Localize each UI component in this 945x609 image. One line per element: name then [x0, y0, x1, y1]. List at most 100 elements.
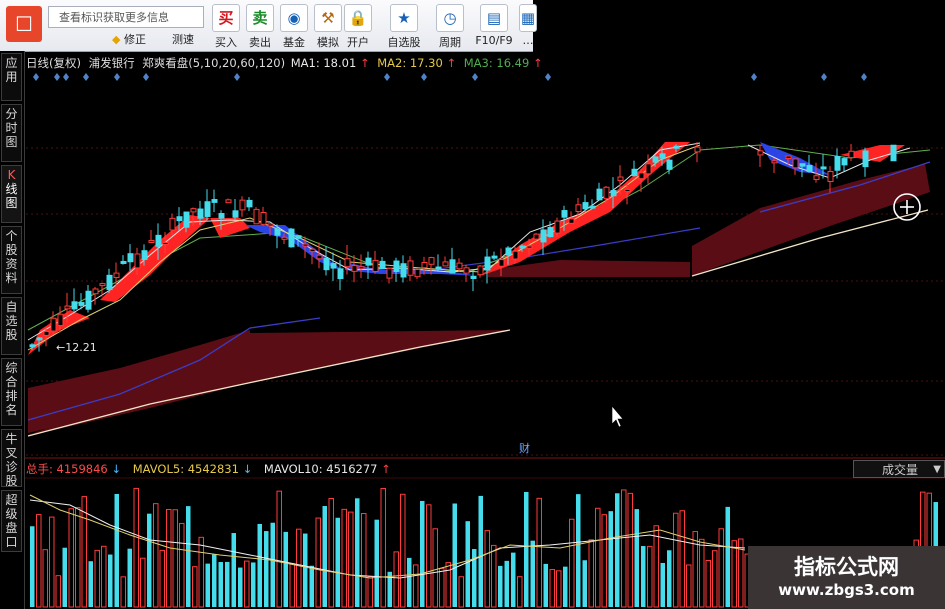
- candle-body: [106, 274, 113, 291]
- watermark-title: 指标公式网: [794, 555, 899, 579]
- candle-body: [442, 261, 449, 267]
- candle-body: [99, 283, 106, 287]
- signal-diamond-icon: [821, 73, 827, 81]
- low-price-label: ←12.21: [56, 341, 97, 354]
- candle-body: [64, 305, 71, 310]
- candle-body: [792, 158, 799, 169]
- candle-body: [645, 163, 652, 175]
- candle-body: [449, 259, 456, 274]
- volume-bar: [147, 513, 152, 607]
- volume-bar: [68, 508, 74, 608]
- candle-body: [288, 228, 295, 248]
- candle-body: [400, 263, 407, 278]
- candle-body: [281, 236, 288, 240]
- candle-body: [393, 260, 400, 272]
- candle-body: [36, 337, 43, 341]
- candle-body: [127, 253, 134, 263]
- candle-body: [631, 168, 638, 177]
- candle-body: [267, 223, 274, 227]
- red-ribbon: [100, 215, 210, 302]
- volume-bar: [465, 521, 470, 607]
- volume-bar: [244, 560, 250, 608]
- volume-bar: [536, 497, 542, 608]
- candle-body: [344, 258, 351, 268]
- candle-body: [274, 228, 281, 236]
- volume-bar: [289, 563, 295, 608]
- candle-body: [673, 145, 680, 149]
- volume-bar: [563, 566, 568, 607]
- volume-bar: [218, 562, 223, 607]
- volume-bar: [88, 561, 93, 607]
- candle-body: [85, 290, 92, 310]
- volume-bar: [309, 565, 314, 607]
- candle-body: [463, 267, 470, 274]
- volume-bar: [303, 533, 308, 607]
- signal-diamond-icon: [472, 73, 478, 81]
- candle-body: [526, 245, 533, 249]
- volume-bar: [718, 528, 724, 608]
- candle-body: [575, 204, 582, 213]
- candle-body: [316, 254, 323, 260]
- volume-bar: [634, 509, 639, 607]
- volume-bar: [712, 550, 718, 608]
- candle-body: [484, 256, 491, 271]
- candle-body: [218, 213, 225, 219]
- candle-body: [253, 208, 260, 225]
- candle-body: [785, 155, 792, 160]
- signal-diamond-icon: [421, 73, 427, 81]
- volume-bar: [705, 560, 711, 608]
- candle-body: [771, 160, 778, 164]
- volume-bar: [504, 560, 509, 607]
- volume-header: 总手: 4159846 ↓ MAVOL5: 4542831 ↓ MAVOL10:…: [26, 461, 846, 477]
- volume-bar: [172, 509, 178, 608]
- candle-body: [498, 259, 505, 267]
- volume-bar: [36, 514, 42, 608]
- candle-body: [806, 165, 813, 173]
- candle-body: [295, 235, 302, 239]
- kline-chart[interactable]: ←12.21 财: [0, 0, 945, 609]
- candle-body: [848, 150, 855, 159]
- volume-bar: [94, 549, 100, 608]
- volume-bar: [205, 563, 210, 607]
- candle-body: [512, 250, 519, 260]
- volume-bar: [641, 546, 646, 607]
- volume-bar: [257, 523, 262, 607]
- volume-bar: [75, 507, 81, 608]
- volume-bar: [335, 517, 340, 607]
- volume-bar: [49, 516, 55, 608]
- candle-body: [239, 199, 246, 211]
- volume-indicator-select[interactable]: 成交量 ▼: [853, 460, 945, 478]
- candle-body: [134, 253, 141, 269]
- candle-body: [421, 262, 428, 269]
- volume-bar: [192, 566, 198, 608]
- volume-bar: [42, 549, 48, 608]
- volume-bar: [673, 512, 679, 608]
- volume-bar: [251, 562, 256, 607]
- candle-body: [505, 247, 512, 256]
- signal-diamond-icon: [545, 73, 551, 81]
- candle-body: [113, 272, 120, 279]
- volume-bar: [179, 522, 185, 608]
- candle-body: [799, 163, 806, 167]
- volume-bar: [517, 576, 523, 608]
- candle-body: [533, 233, 540, 240]
- volume-bar: [341, 508, 347, 608]
- mavol5-value: MAVOL5: 4542831: [132, 462, 239, 476]
- candle-body: [841, 158, 848, 166]
- volume-bar: [198, 536, 204, 608]
- candle-body: [477, 265, 484, 276]
- candle-body: [624, 188, 631, 193]
- candle-body: [169, 217, 176, 231]
- candle-body: [386, 267, 393, 279]
- candle-body: [561, 210, 568, 218]
- volume-bar: [276, 490, 282, 608]
- candle-body: [71, 301, 78, 310]
- candle-body: [351, 265, 358, 272]
- volume-bar: [420, 500, 425, 607]
- volume-bar: [439, 567, 445, 608]
- candle-body: [519, 245, 526, 249]
- volume-bar: [264, 531, 269, 607]
- volume-bar: [426, 504, 432, 608]
- candle-body: [29, 344, 36, 348]
- candle-body: [414, 269, 421, 278]
